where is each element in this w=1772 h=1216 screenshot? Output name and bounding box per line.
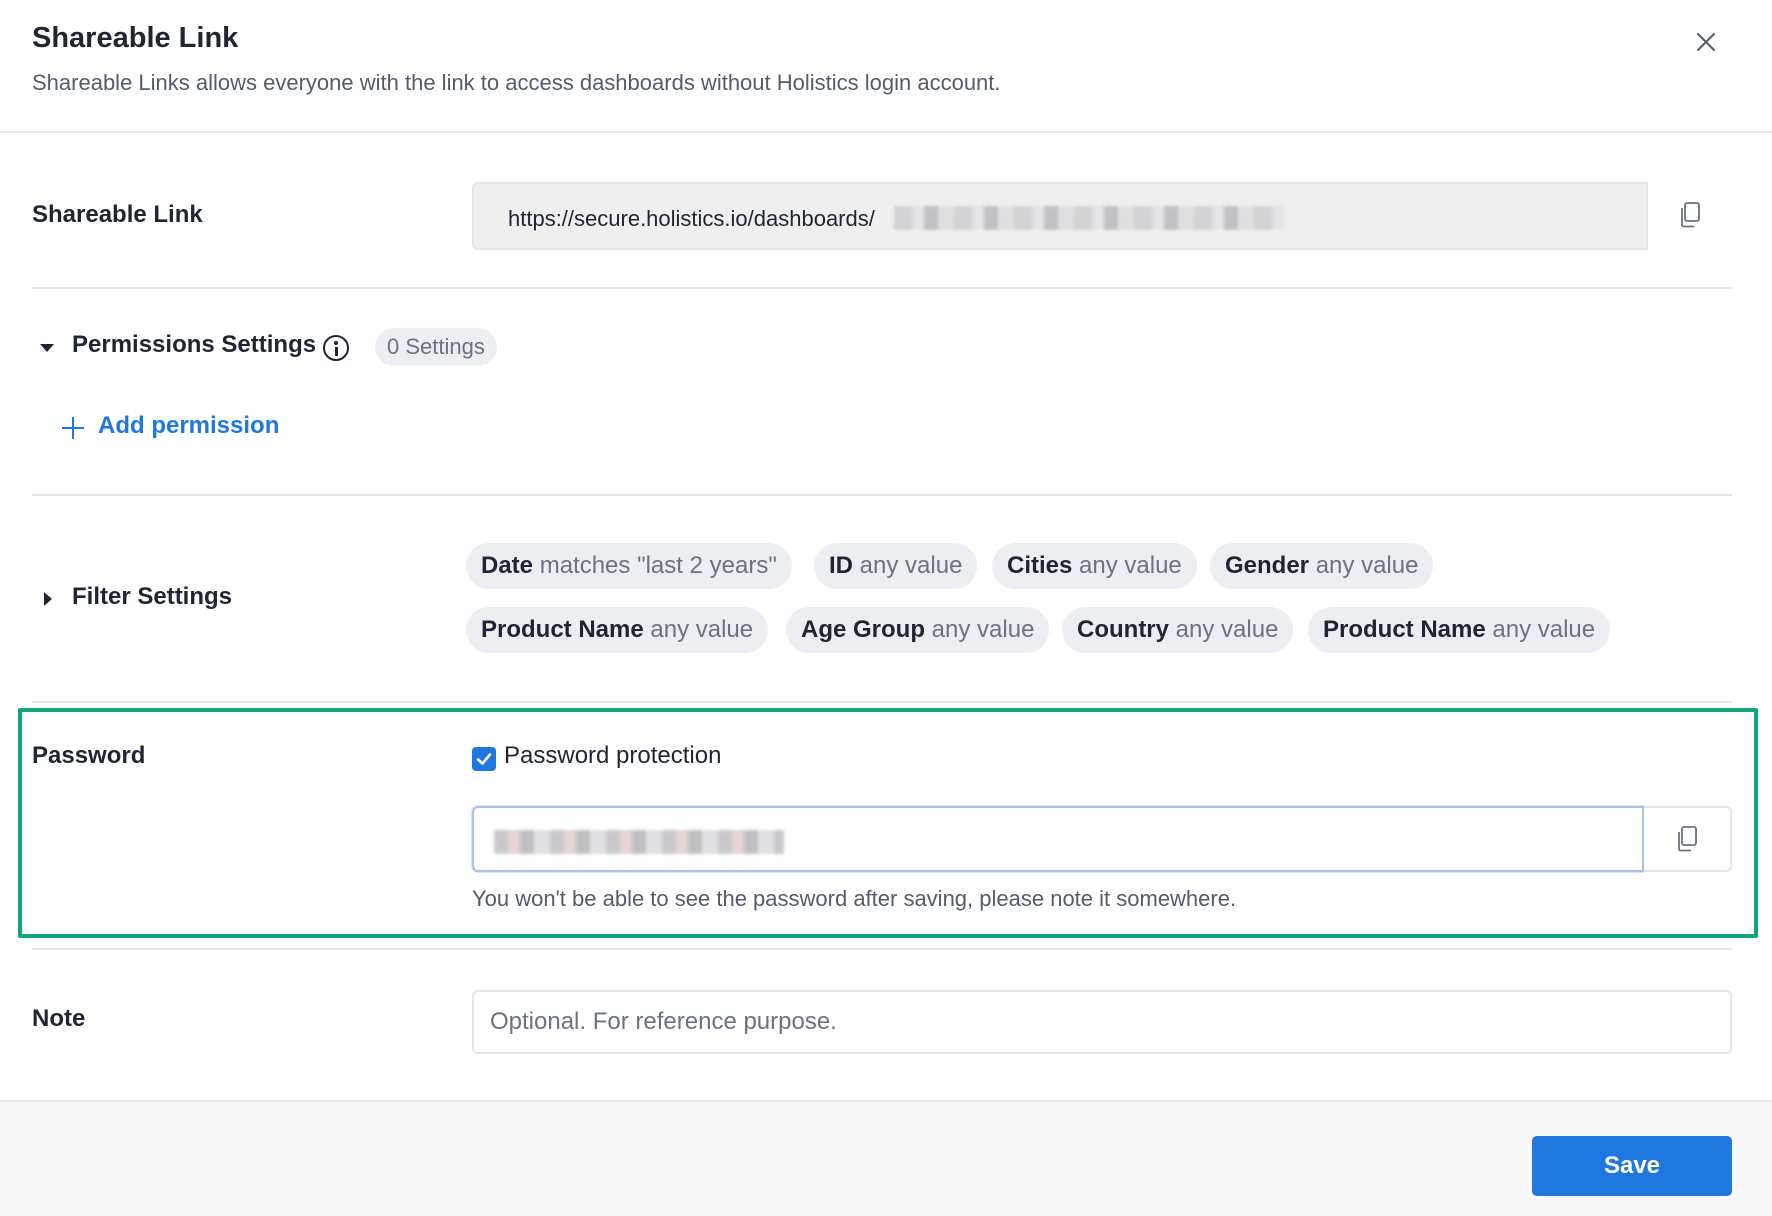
filter-chip[interactable]: Gender any value xyxy=(1210,543,1434,589)
password-label: Password xyxy=(32,742,146,769)
note-label: Note xyxy=(32,1005,86,1032)
filter-chip-name: Cities xyxy=(1007,552,1073,579)
filter-chip[interactable]: ID any value xyxy=(814,543,978,589)
filter-chip-value: matches "last 2 years" xyxy=(539,552,777,579)
permissions-count-badge: 0 Settings xyxy=(375,328,497,366)
filter-chip-name: ID xyxy=(829,552,853,579)
filter-chip-value: any value xyxy=(650,616,754,643)
close-icon xyxy=(1697,33,1715,51)
redacted-password xyxy=(494,830,784,854)
filter-chip-value: any value xyxy=(931,616,1035,643)
plus-icon xyxy=(62,417,84,439)
filter-chip[interactable]: Date matches "last 2 years" xyxy=(466,543,792,589)
info-icon[interactable] xyxy=(323,335,349,361)
dialog-footer: Save xyxy=(0,1100,1772,1216)
filter-chip-name: Date xyxy=(481,552,534,579)
divider xyxy=(32,494,1732,496)
filter-chip-name: Gender xyxy=(1225,552,1310,579)
add-permission-label: Add permission xyxy=(98,412,280,439)
password-hint: You won't be able to see the password af… xyxy=(472,886,1237,911)
shareable-link-field[interactable]: https://secure.holistics.io/dashboards/ xyxy=(472,182,1732,250)
filter-chip-name: Country xyxy=(1077,616,1169,643)
permissions-settings-label[interactable]: Permissions Settings xyxy=(72,331,316,359)
filter-chip[interactable]: Cities any value xyxy=(992,543,1197,589)
divider xyxy=(32,701,1732,703)
password-input[interactable] xyxy=(472,806,1644,872)
filter-chip-name: Product Name xyxy=(481,616,644,643)
shareable-link-dialog: Shareable Link Shareable Links allows ev… xyxy=(0,0,1772,1216)
filter-chip-value: any value xyxy=(1079,552,1182,579)
password-protection-checkbox[interactable] xyxy=(472,747,496,771)
permissions-toggle-caret[interactable] xyxy=(40,344,54,352)
shareable-link-url: https://secure.holistics.io/dashboards/ xyxy=(508,206,875,231)
filter-chip-value: any value xyxy=(1492,616,1596,643)
checkmark-icon xyxy=(476,753,492,765)
filter-chip-name: Age Group xyxy=(801,616,925,643)
dialog-title: Shareable Link xyxy=(32,22,239,54)
redacted-link-token xyxy=(894,206,1284,230)
filter-chip-value: any value xyxy=(1315,552,1419,579)
copy-icon xyxy=(1681,202,1700,228)
filter-chip-value: any value xyxy=(1175,616,1279,643)
dialog-header: Shareable Link Shareable Links allows ev… xyxy=(0,0,1772,133)
filter-chip-name: Product Name xyxy=(1323,616,1486,643)
dialog-subtitle: Shareable Links allows everyone with the… xyxy=(32,70,1001,95)
divider xyxy=(32,948,1732,950)
save-button[interactable]: Save xyxy=(1532,1136,1732,1196)
filter-chip[interactable]: Product Name any value xyxy=(466,607,769,653)
close-button[interactable] xyxy=(1684,20,1728,64)
filter-chip[interactable]: Age Group any value xyxy=(786,607,1050,653)
copy-icon xyxy=(1678,826,1697,852)
filter-chip[interactable]: Product Name any value xyxy=(1308,607,1611,653)
divider xyxy=(32,287,1732,289)
filter-chip[interactable]: Country any value xyxy=(1062,607,1294,653)
filter-chip-value: any value xyxy=(859,552,963,579)
password-protection-label[interactable]: Password protection xyxy=(504,742,721,770)
copy-link-button[interactable] xyxy=(1646,182,1732,250)
note-input[interactable] xyxy=(472,990,1732,1054)
copy-password-button[interactable] xyxy=(1644,806,1732,872)
shareable-link-label: Shareable Link xyxy=(32,201,203,228)
filter-settings-label[interactable]: Filter Settings xyxy=(72,583,232,611)
filters-toggle-caret[interactable] xyxy=(44,592,52,606)
